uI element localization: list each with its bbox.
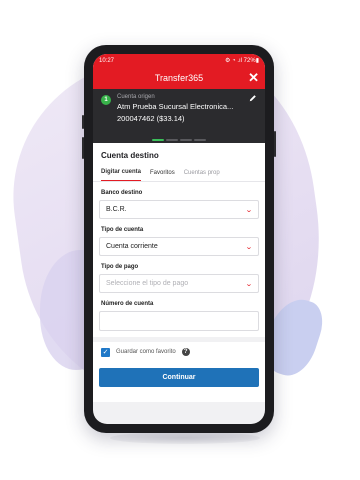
tab-cuentas-propias[interactable]: Cuentas prop bbox=[184, 170, 220, 181]
bank-label: Banco destino bbox=[101, 190, 143, 196]
payment-type-placeholder: Seleccione el tipo de pago bbox=[106, 280, 189, 287]
account-type-label: Tipo de cuenta bbox=[101, 227, 144, 233]
close-icon[interactable]: ✕ bbox=[248, 70, 259, 85]
footer-actions: Continuar bbox=[93, 362, 265, 402]
status-bar: 10:27 ⚙ ◔ .ıl 72%▮ bbox=[93, 54, 265, 67]
status-icons: ⚙ ◔ .ıl 72%▮ bbox=[225, 58, 259, 64]
bank-select[interactable]: B.C.R. ⌄ bbox=[99, 200, 259, 219]
step-progress-segment bbox=[166, 139, 178, 141]
edit-pencil-icon[interactable] bbox=[249, 94, 257, 102]
tab-favoritos[interactable]: Favoritos bbox=[150, 170, 175, 181]
tab-digitar-cuenta[interactable]: Digitar cuenta bbox=[101, 169, 142, 181]
help-icon[interactable]: ? bbox=[181, 348, 190, 356]
account-type-value: Cuenta corriente bbox=[106, 243, 158, 250]
phone-mockup: 10:27 ⚙ ◔ .ıl 72%▮ Transfer365 ✕ 1 Cuent… bbox=[82, 45, 276, 433]
step-progress-segment bbox=[152, 139, 164, 141]
phone-shadow bbox=[110, 432, 260, 444]
account-type-select[interactable]: Cuenta corriente ⌄ bbox=[99, 237, 259, 256]
app-screen: 10:27 ⚙ ◔ .ıl 72%▮ Transfer365 ✕ 1 Cuent… bbox=[93, 54, 265, 424]
step-progress-segment bbox=[180, 139, 192, 141]
promo-stage: 10:27 ⚙ ◔ .ıl 72%▮ Transfer365 ✕ 1 Cuent… bbox=[0, 0, 360, 480]
app-header: Transfer365 ✕ bbox=[93, 67, 265, 89]
bank-value: B.C.R. bbox=[106, 206, 127, 213]
chevron-down-icon: ⌄ bbox=[245, 243, 253, 251]
step-progress-segment bbox=[194, 139, 206, 141]
chevron-down-icon: ⌄ bbox=[245, 280, 253, 288]
destination-card: Cuenta destino Digitar cuenta Favoritos … bbox=[93, 143, 265, 337]
destination-title: Cuenta destino bbox=[101, 151, 159, 160]
origin-account-panel: 1 Cuenta origen Atm Prueba Sucursal Elec… bbox=[93, 89, 265, 137]
continue-button[interactable]: Continuar bbox=[99, 368, 259, 387]
save-favorite-row: ✓ Guardar como favorito ? bbox=[93, 342, 265, 362]
account-number-input[interactable] bbox=[99, 311, 259, 331]
account-number-label: Número de cuenta bbox=[101, 301, 154, 307]
payment-type-select[interactable]: Seleccione el tipo de pago ⌄ bbox=[99, 274, 259, 293]
save-favorite-label: Guardar como favorito bbox=[116, 349, 176, 355]
origin-account-name: Atm Prueba Sucursal Electronica... bbox=[117, 102, 234, 111]
step-badge: 1 bbox=[101, 95, 111, 105]
origin-label: Cuenta origen bbox=[117, 94, 155, 100]
status-time: 10:27 bbox=[99, 57, 115, 64]
destination-form: Banco destino B.C.R. ⌄ Tipo de cuenta Cu… bbox=[93, 182, 265, 337]
destination-tabs: Digitar cuenta Favoritos Cuentas prop bbox=[93, 166, 265, 182]
volume-button bbox=[82, 137, 84, 159]
chevron-down-icon: ⌄ bbox=[245, 206, 253, 214]
volume-button bbox=[82, 115, 84, 129]
app-title: Transfer365 bbox=[154, 73, 204, 83]
save-favorite-checkbox[interactable]: ✓ bbox=[101, 347, 110, 357]
power-button bbox=[274, 131, 276, 157]
payment-type-label: Tipo de pago bbox=[101, 264, 139, 270]
origin-account-number: 200047462 ($33.14) bbox=[117, 114, 185, 123]
